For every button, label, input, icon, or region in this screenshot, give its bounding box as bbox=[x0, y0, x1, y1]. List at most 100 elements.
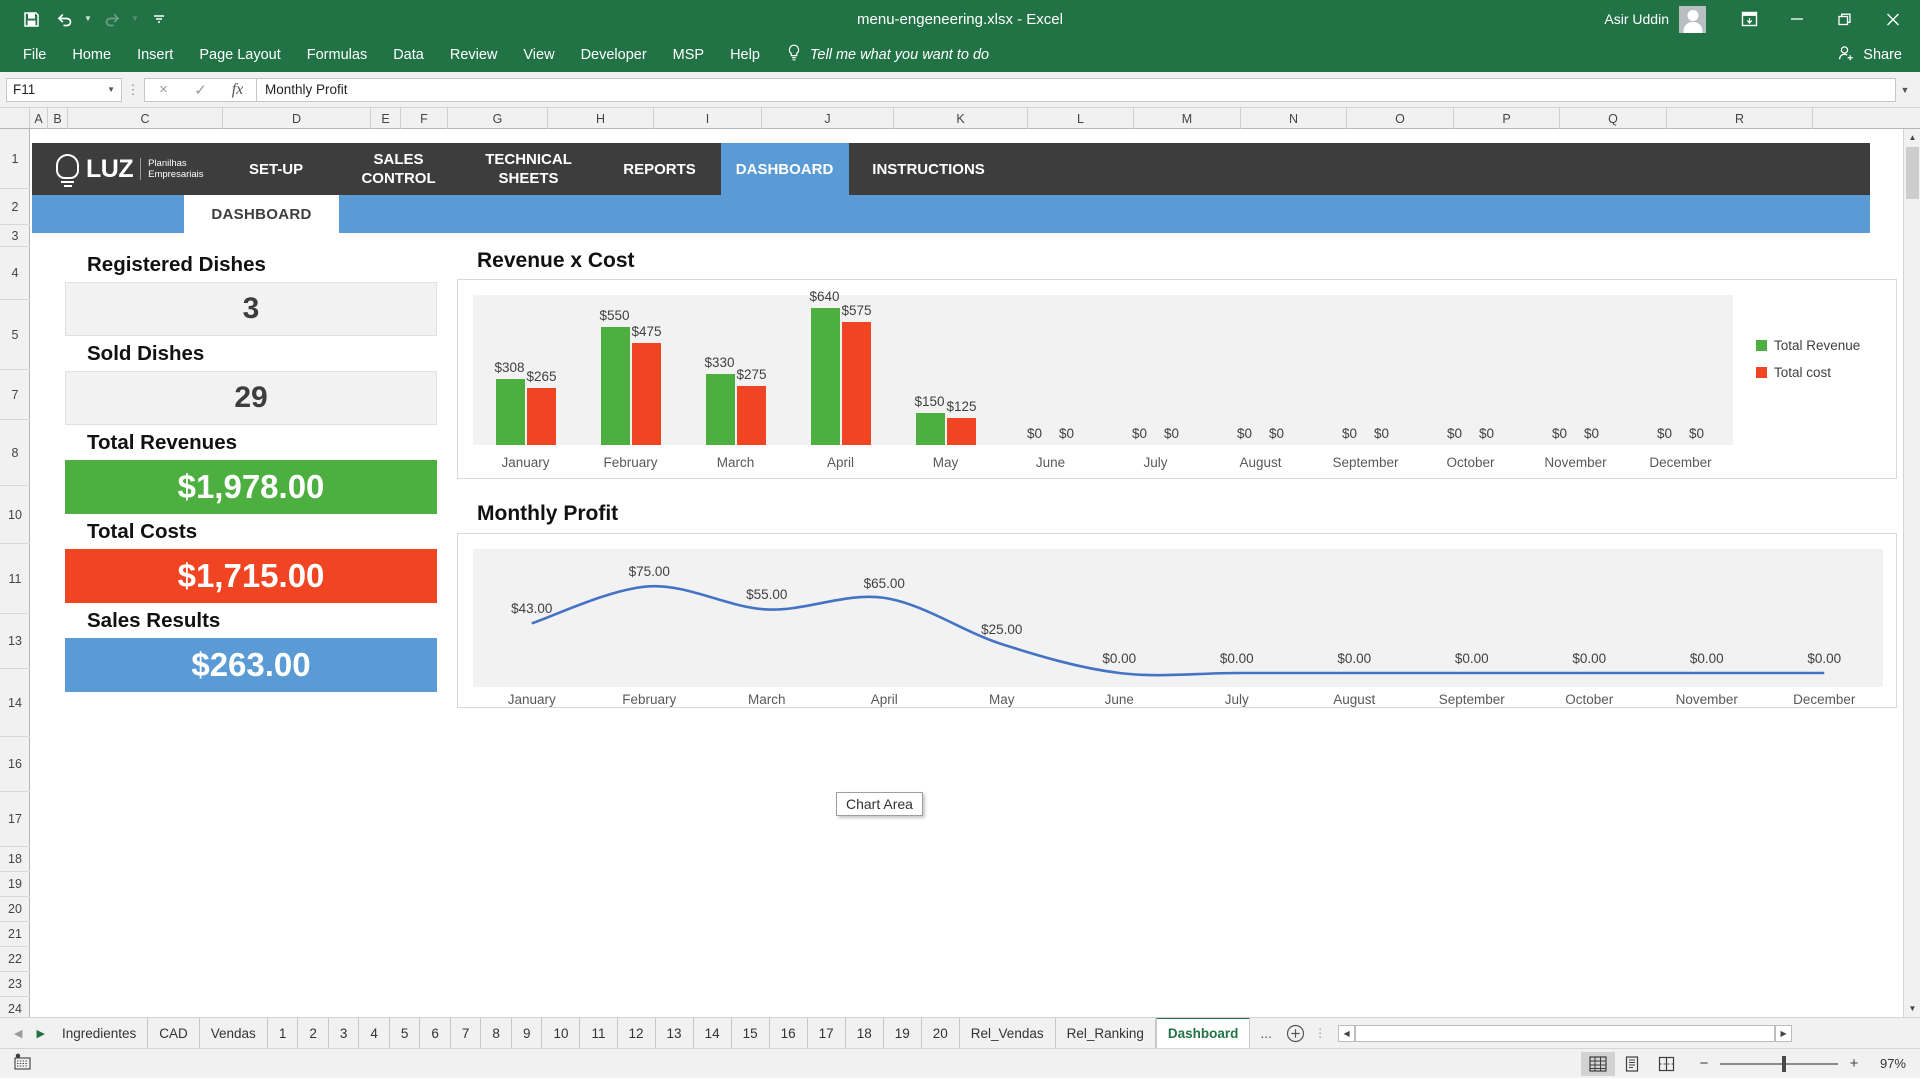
bar-revenue-january[interactable] bbox=[496, 379, 525, 445]
bar-cost-january[interactable] bbox=[527, 388, 556, 445]
ribbon-tab-msp[interactable]: MSP bbox=[660, 38, 717, 72]
chart-monthly-profit[interactable]: $43.00$75.00$55.00$65.00$25.00$0.00$0.00… bbox=[457, 533, 1897, 708]
sheet-tab-3[interactable]: 3 bbox=[329, 1018, 360, 1048]
bar-revenue-april[interactable] bbox=[811, 308, 840, 445]
column-header-Q[interactable]: Q bbox=[1560, 108, 1667, 129]
accessibility-icon[interactable] bbox=[0, 1053, 31, 1075]
sheet-tab-13[interactable]: 13 bbox=[656, 1018, 694, 1048]
sheet-tab-dashboard[interactable]: Dashboard bbox=[1156, 1018, 1251, 1048]
vertical-scrollbar[interactable]: ▲ ▼ bbox=[1903, 129, 1920, 1017]
row-header-21[interactable]: 21 bbox=[0, 922, 30, 947]
sheet-tab-6[interactable]: 6 bbox=[420, 1018, 451, 1048]
row-header-10[interactable]: 10 bbox=[0, 486, 30, 544]
row-header-19[interactable]: 19 bbox=[0, 872, 30, 897]
column-header-A[interactable]: A bbox=[30, 108, 48, 129]
sheet-tab-1[interactable]: 1 bbox=[268, 1018, 299, 1048]
column-header-N[interactable]: N bbox=[1241, 108, 1347, 129]
save-icon[interactable] bbox=[16, 6, 46, 32]
ribbon-tab-review[interactable]: Review bbox=[437, 38, 511, 72]
sheet-tab-10[interactable]: 10 bbox=[542, 1018, 580, 1048]
column-header-J[interactable]: J bbox=[762, 108, 894, 129]
bar-revenue-may[interactable] bbox=[916, 413, 945, 445]
hscroll-left-icon[interactable]: ◀ bbox=[1338, 1025, 1355, 1042]
tell-me-box[interactable]: Tell me what you want to do bbox=[787, 44, 989, 66]
ribbon-tab-home[interactable]: Home bbox=[59, 38, 124, 72]
sheet-tab-18[interactable]: 18 bbox=[846, 1018, 884, 1048]
sheet-tab-4[interactable]: 4 bbox=[359, 1018, 390, 1048]
customize-qat-icon[interactable] bbox=[144, 6, 174, 32]
page-break-preview-icon[interactable] bbox=[1649, 1052, 1683, 1076]
bar-group-june[interactable] bbox=[998, 295, 1103, 445]
sheet-tab-20[interactable]: 20 bbox=[922, 1018, 960, 1048]
hscroll-right-icon[interactable]: ▶ bbox=[1775, 1025, 1792, 1042]
avatar[interactable] bbox=[1679, 6, 1706, 33]
sheet-tab-vendas[interactable]: Vendas bbox=[200, 1018, 268, 1048]
nav-item-technical-sheets[interactable]: TECHNICAL SHEETS bbox=[459, 143, 599, 195]
row-header-3[interactable]: 3 bbox=[0, 225, 30, 247]
sheet-tab-19[interactable]: 19 bbox=[884, 1018, 922, 1048]
enter-icon[interactable]: ✓ bbox=[182, 79, 219, 101]
column-header-H[interactable]: H bbox=[548, 108, 654, 129]
zoom-slider[interactable] bbox=[1720, 1056, 1838, 1072]
vertical-scroll-thumb[interactable] bbox=[1906, 147, 1919, 199]
column-header-M[interactable]: M bbox=[1134, 108, 1241, 129]
sheet-nav-next-icon[interactable]: ▶ bbox=[36, 1027, 44, 1040]
ribbon-tab-developer[interactable]: Developer bbox=[568, 38, 660, 72]
sheet-tab-17[interactable]: 17 bbox=[808, 1018, 846, 1048]
column-header-B[interactable]: B bbox=[48, 108, 68, 129]
nav-item-reports[interactable]: REPORTS bbox=[599, 143, 721, 195]
close-icon[interactable] bbox=[1870, 0, 1916, 38]
row-header-24[interactable]: 24 bbox=[0, 997, 30, 1017]
column-header-C[interactable]: C bbox=[68, 108, 223, 129]
column-header-L[interactable]: L bbox=[1028, 108, 1134, 129]
nav-item-set-up[interactable]: SET-UP bbox=[214, 143, 339, 195]
sheet-tab-8[interactable]: 8 bbox=[481, 1018, 512, 1048]
section-tab-dashboard[interactable]: DASHBOARD bbox=[184, 195, 339, 233]
expand-formula-bar-icon[interactable]: ▼ bbox=[1896, 85, 1914, 95]
profit-line-path[interactable] bbox=[532, 586, 1825, 675]
row-header-11[interactable]: 11 bbox=[0, 544, 30, 614]
redo-icon[interactable] bbox=[97, 6, 127, 32]
sheet-tab-12[interactable]: 12 bbox=[618, 1018, 656, 1048]
column-header-G[interactable]: G bbox=[448, 108, 548, 129]
page-layout-view-icon[interactable] bbox=[1615, 1052, 1649, 1076]
formula-input[interactable]: Monthly Profit bbox=[256, 78, 1896, 102]
bar-group-may[interactable] bbox=[893, 295, 998, 445]
select-all-corner[interactable] bbox=[0, 108, 30, 128]
column-header-O[interactable]: O bbox=[1347, 108, 1454, 129]
undo-dropdown-icon[interactable]: ▼ bbox=[84, 15, 93, 23]
row-header-13[interactable]: 13 bbox=[0, 614, 30, 669]
nav-item-instructions[interactable]: INSTRUCTIONS bbox=[849, 143, 1009, 195]
horizontal-scrollbar[interactable]: ◀ ▶ bbox=[1332, 1018, 1920, 1048]
share-button[interactable]: Share bbox=[1838, 45, 1902, 65]
ribbon-tab-file[interactable]: File bbox=[10, 38, 59, 72]
row-header-1[interactable]: 1 bbox=[0, 129, 30, 189]
sheet-tab-cad[interactable]: CAD bbox=[148, 1018, 200, 1048]
scroll-up-icon[interactable]: ▲ bbox=[1904, 129, 1920, 146]
zoom-slider-thumb[interactable] bbox=[1782, 1056, 1786, 1072]
redo-dropdown-icon[interactable]: ▼ bbox=[131, 15, 140, 23]
row-header-20[interactable]: 20 bbox=[0, 897, 30, 922]
ribbon-display-options-icon[interactable] bbox=[1726, 0, 1772, 38]
bar-cost-may[interactable] bbox=[947, 418, 976, 445]
bar-cost-february[interactable] bbox=[632, 343, 661, 445]
insert-function-icon[interactable]: fx bbox=[219, 79, 256, 101]
ribbon-tab-page-layout[interactable]: Page Layout bbox=[186, 38, 293, 72]
row-header-5[interactable]: 5 bbox=[0, 300, 30, 370]
cancel-icon[interactable]: × bbox=[145, 79, 182, 101]
row-header-23[interactable]: 23 bbox=[0, 972, 30, 997]
bar-group-august[interactable] bbox=[1208, 295, 1313, 445]
sheet-tabs-overflow[interactable]: ... bbox=[1250, 1018, 1282, 1048]
name-box-dropdown-icon[interactable]: ▼ bbox=[107, 85, 115, 94]
nav-item-dashboard[interactable]: DASHBOARD bbox=[721, 143, 849, 195]
add-sheet-button[interactable] bbox=[1282, 1018, 1308, 1048]
column-header-F[interactable]: F bbox=[401, 108, 448, 129]
column-header-R[interactable]: R bbox=[1667, 108, 1813, 129]
bar-revenue-february[interactable] bbox=[601, 327, 630, 445]
sheet-tab-9[interactable]: 9 bbox=[512, 1018, 543, 1048]
bar-group-february[interactable] bbox=[578, 295, 683, 445]
column-header-E[interactable]: E bbox=[371, 108, 401, 129]
row-header-8[interactable]: 8 bbox=[0, 420, 30, 486]
ribbon-tab-help[interactable]: Help bbox=[717, 38, 773, 72]
bar-group-november[interactable] bbox=[1523, 295, 1628, 445]
